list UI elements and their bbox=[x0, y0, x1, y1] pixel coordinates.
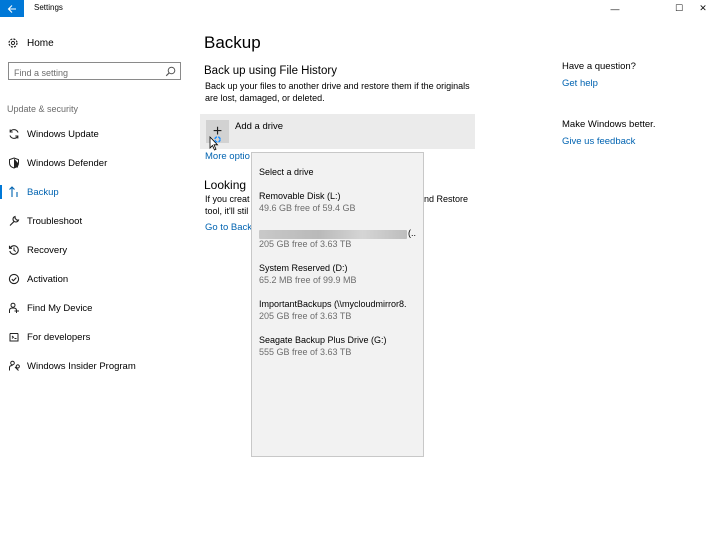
cursor-busy-icon bbox=[209, 136, 221, 151]
select-drive-flyout: Select a drive Removable Disk (L:) 49.6 … bbox=[251, 152, 424, 457]
gear-icon bbox=[8, 38, 18, 48]
sidebar: Home Update & security Windows Update Wi… bbox=[0, 17, 196, 560]
drive-name: System Reserved (D:) bbox=[259, 263, 348, 273]
sidebar-item-label: Recovery bbox=[27, 244, 68, 256]
history-icon bbox=[7, 243, 21, 257]
minimize-button[interactable]: — bbox=[598, 0, 632, 17]
close-button[interactable]: ✕ bbox=[686, 0, 720, 17]
shield-icon bbox=[7, 156, 21, 170]
search-input[interactable] bbox=[14, 66, 164, 80]
drive-name: Seagate Backup Plus Drive (G:) bbox=[259, 335, 387, 345]
drive-option[interactable]: Seagate Backup Plus Drive (G:) 555 GB fr… bbox=[259, 335, 419, 359]
add-drive-button[interactable]: + Add a drive bbox=[200, 114, 475, 149]
sidebar-item-label: Windows Update bbox=[27, 128, 99, 140]
sidebar-item-find-my-device[interactable]: Find My Device bbox=[0, 298, 196, 318]
person-pin-icon bbox=[7, 301, 21, 315]
drive-name-tail: (.. bbox=[408, 228, 416, 238]
drive-space: 49.6 GB free of 59.4 GB bbox=[259, 203, 356, 213]
drive-space: 205 GB free of 3.63 TB bbox=[259, 239, 352, 249]
section-label: Update & security bbox=[7, 104, 79, 114]
flyout-title: Select a drive bbox=[259, 167, 314, 177]
sidebar-item-troubleshoot[interactable]: Troubleshoot bbox=[0, 211, 196, 231]
looking-heading: Looking bbox=[204, 178, 247, 192]
file-history-heading: Back up using File History bbox=[204, 65, 337, 77]
sidebar-item-windows-update[interactable]: Windows Update bbox=[0, 124, 196, 144]
drive-space: 65.2 MB free of 99.9 MB bbox=[259, 275, 357, 285]
search-box[interactable] bbox=[8, 62, 181, 80]
drive-option[interactable]: (.. 205 GB free of 3.63 TB bbox=[259, 227, 419, 251]
backup-arrow-icon bbox=[7, 185, 21, 199]
more-options-link[interactable]: More optio bbox=[205, 151, 250, 162]
drive-space: 205 GB free of 3.63 TB bbox=[259, 311, 352, 321]
looking-description-right: nd Restore bbox=[424, 194, 469, 204]
give-feedback-link[interactable]: Give us feedback bbox=[562, 136, 635, 147]
wrench-icon bbox=[7, 214, 21, 228]
back-arrow-icon bbox=[7, 4, 16, 13]
drive-name: ImportantBackups (\\mycloudmirror8. bbox=[259, 299, 407, 309]
sidebar-item-activation[interactable]: Activation bbox=[0, 269, 196, 289]
search-icon[interactable] bbox=[165, 66, 176, 77]
window-title: Settings bbox=[34, 3, 63, 12]
developer-icon bbox=[7, 330, 21, 344]
obscured-text bbox=[259, 229, 407, 239]
home-nav-item[interactable]: Home bbox=[7, 35, 54, 51]
insider-icon bbox=[7, 359, 21, 373]
sidebar-item-label: Find My Device bbox=[27, 302, 93, 314]
close-icon: ✕ bbox=[699, 3, 707, 13]
file-history-description: Back up your files to another drive and … bbox=[205, 81, 470, 103]
sidebar-item-label: Windows Defender bbox=[27, 157, 108, 169]
drive-name: Removable Disk (L:) bbox=[259, 191, 341, 201]
home-label: Home bbox=[27, 37, 54, 49]
sidebar-item-windows-insider-program[interactable]: Windows Insider Program bbox=[0, 356, 196, 376]
sidebar-item-for-developers[interactable]: For developers bbox=[0, 327, 196, 347]
sync-icon bbox=[7, 127, 21, 141]
make-windows-better-heading: Make Windows better. bbox=[562, 119, 656, 130]
sidebar-item-backup[interactable]: Backup bbox=[0, 182, 196, 202]
get-help-link[interactable]: Get help bbox=[562, 78, 598, 89]
add-drive-label: Add a drive bbox=[235, 121, 284, 132]
looking-description-line1: If you creat bbox=[205, 194, 250, 204]
drive-option[interactable]: Removable Disk (L:) 49.6 GB free of 59.4… bbox=[259, 191, 419, 215]
drive-name-obscured: (.. bbox=[259, 227, 419, 239]
drive-option[interactable]: System Reserved (D:) 65.2 MB free of 99.… bbox=[259, 263, 419, 287]
sidebar-item-label: Troubleshoot bbox=[27, 215, 83, 227]
minimize-icon: — bbox=[610, 3, 620, 14]
sidebar-item-recovery[interactable]: Recovery bbox=[0, 240, 196, 260]
sidebar-item-label: Windows Insider Program bbox=[27, 360, 136, 372]
back-button[interactable] bbox=[0, 0, 24, 17]
go-to-backup-link[interactable]: Go to Backu bbox=[205, 222, 257, 233]
page-title: Backup bbox=[204, 33, 261, 52]
sidebar-item-label: Activation bbox=[27, 273, 69, 285]
drive-option[interactable]: ImportantBackups (\\mycloudmirror8. 205 … bbox=[259, 299, 419, 323]
title-bar: Settings — ☐ ✕ bbox=[0, 0, 720, 17]
check-circle-icon bbox=[7, 272, 21, 286]
maximize-icon: ☐ bbox=[674, 3, 684, 13]
looking-description-line2: tool, it'll stil bbox=[205, 206, 249, 216]
sidebar-item-windows-defender[interactable]: Windows Defender bbox=[0, 153, 196, 173]
sidebar-item-label: For developers bbox=[27, 331, 91, 343]
sidebar-item-label: Backup bbox=[27, 186, 59, 198]
drive-space: 555 GB free of 3.63 TB bbox=[259, 347, 352, 357]
question-heading: Have a question? bbox=[562, 61, 636, 72]
